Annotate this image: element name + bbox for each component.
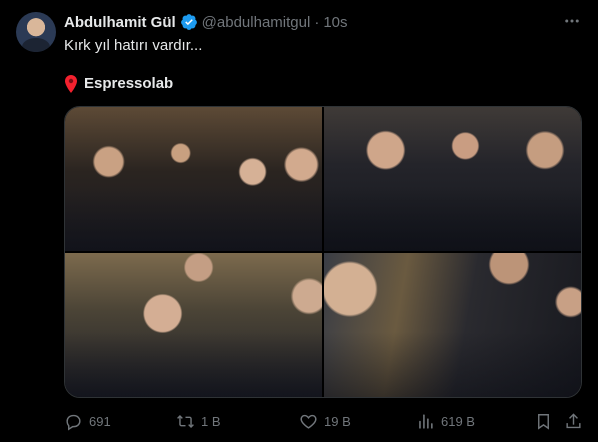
photo-handshake[interactable] xyxy=(324,253,581,397)
reply-button[interactable]: 691 xyxy=(64,408,111,434)
media-grid xyxy=(64,106,582,398)
tweet-actions: 691 1 B 19 B 619 B xyxy=(64,408,582,434)
author-handle[interactable]: @abdulhamitgul xyxy=(202,14,311,31)
views-count: 619 B xyxy=(441,413,475,429)
bookmark-icon xyxy=(538,413,549,430)
share-button[interactable] xyxy=(564,408,583,434)
more-options-icon[interactable] xyxy=(562,12,582,32)
photo-selfie[interactable] xyxy=(65,253,322,397)
views-chart-icon xyxy=(419,413,433,429)
separator-dot: · xyxy=(314,13,320,31)
tweet-header: Abdulhamit Gül @abdulhamitgul · 10s xyxy=(64,12,348,32)
photo-close-up-group[interactable] xyxy=(324,107,581,251)
share-icon xyxy=(566,412,581,428)
location-tag: Espressolab xyxy=(64,74,173,94)
pin-icon xyxy=(64,75,78,93)
reply-count: 691 xyxy=(89,413,111,429)
repost-count: 1 B xyxy=(201,413,221,429)
location-name[interactable]: Espressolab xyxy=(84,74,173,94)
verified-badge-icon[interactable] xyxy=(180,13,198,31)
repost-icon xyxy=(177,414,194,428)
repost-button[interactable]: 1 B xyxy=(176,408,221,434)
like-button[interactable]: 19 B xyxy=(299,408,351,434)
views-button[interactable]: 619 B xyxy=(416,408,475,434)
tweet-text: Kırk yıl hatırı vardır... xyxy=(64,37,203,54)
heart-icon xyxy=(300,414,317,429)
author-avatar[interactable] xyxy=(16,12,56,52)
author-name[interactable]: Abdulhamit Gül xyxy=(64,14,176,31)
like-count: 19 B xyxy=(324,413,351,429)
photo-group-cafe[interactable] xyxy=(65,107,322,251)
tweet-time[interactable]: 10s xyxy=(323,14,347,31)
reply-icon xyxy=(66,414,81,430)
bookmark-button[interactable] xyxy=(534,408,553,434)
